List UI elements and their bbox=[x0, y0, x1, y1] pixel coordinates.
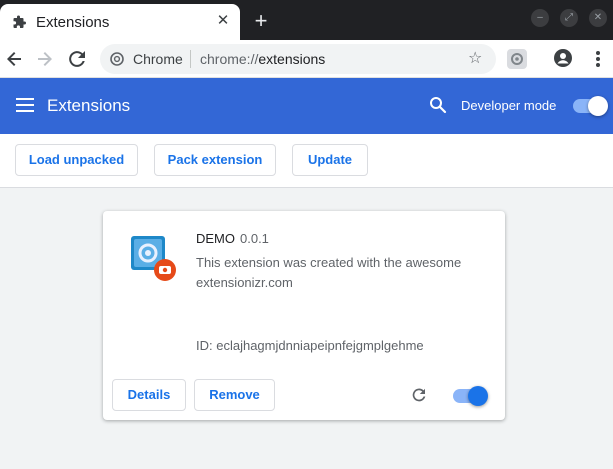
more-vert-icon[interactable] bbox=[588, 48, 608, 70]
extension-card: DEMO 0.0.1 This extension was created wi… bbox=[103, 211, 505, 420]
extension-logo-icon bbox=[131, 236, 176, 281]
developer-toolbar: Load unpacked Pack extension Update bbox=[0, 134, 613, 188]
profile-avatar-icon[interactable] bbox=[553, 48, 573, 68]
page-title: Extensions bbox=[47, 96, 131, 115]
bookmark-star-icon[interactable]: ☆ bbox=[468, 48, 482, 68]
tab-close-icon[interactable]: ✕ bbox=[214, 12, 232, 30]
address-bar[interactable]: Chrome chrome://extensions ☆ bbox=[100, 44, 496, 74]
new-tab-icon[interactable]: + bbox=[251, 10, 271, 32]
tab-strip: Extensions ✕ + – ⤢ ✕ bbox=[0, 0, 613, 40]
search-icon[interactable] bbox=[429, 96, 447, 114]
toggle-knob bbox=[468, 386, 488, 406]
puzzle-icon bbox=[13, 15, 26, 28]
extension-id: ID: eclajhagmjdnniapeipnfejgmplgehme bbox=[196, 338, 424, 353]
extensions-header: Extensions Developer mode bbox=[0, 78, 613, 134]
omnibox-url: chrome://extensions bbox=[200, 51, 325, 67]
omnibox-site-label: Chrome bbox=[133, 51, 183, 67]
update-button[interactable]: Update bbox=[292, 144, 368, 176]
extension-badge-icon bbox=[511, 53, 523, 65]
tab-title: Extensions bbox=[36, 14, 110, 31]
details-button[interactable]: Details bbox=[112, 379, 186, 411]
load-unpacked-button[interactable]: Load unpacked bbox=[15, 144, 138, 176]
url-scheme: chrome:// bbox=[200, 51, 259, 67]
extension-enable-toggle[interactable] bbox=[453, 386, 488, 406]
hamburger-menu-icon[interactable] bbox=[16, 98, 34, 114]
omnibox-divider bbox=[190, 50, 191, 68]
developer-mode-toggle[interactable] bbox=[573, 96, 608, 116]
browser-toolbar: Chrome chrome://extensions ☆ bbox=[0, 40, 613, 78]
maximize-icon[interactable]: ⤢ bbox=[560, 9, 578, 27]
pack-extension-button[interactable]: Pack extension bbox=[154, 144, 276, 176]
url-path: extensions bbox=[258, 51, 326, 67]
extension-name: DEMO bbox=[196, 231, 235, 246]
reload-page-icon[interactable] bbox=[66, 48, 88, 70]
window-close-icon[interactable]: ✕ bbox=[589, 9, 607, 27]
extension-description: This extension was created with the awes… bbox=[196, 255, 462, 290]
tab-extensions[interactable]: Extensions ✕ bbox=[0, 4, 240, 40]
toggle-knob bbox=[588, 96, 608, 116]
developer-mode-label: Developer mode bbox=[461, 98, 557, 113]
minimize-icon[interactable]: – bbox=[531, 9, 549, 27]
back-arrow-icon[interactable] bbox=[3, 48, 25, 70]
extension-toolbar-icon[interactable] bbox=[507, 49, 527, 69]
extension-version: 0.0.1 bbox=[240, 231, 269, 246]
remove-button[interactable]: Remove bbox=[194, 379, 275, 411]
reload-extension-icon[interactable] bbox=[410, 386, 428, 404]
chrome-icon bbox=[110, 52, 124, 66]
forward-arrow-icon[interactable] bbox=[34, 48, 56, 70]
